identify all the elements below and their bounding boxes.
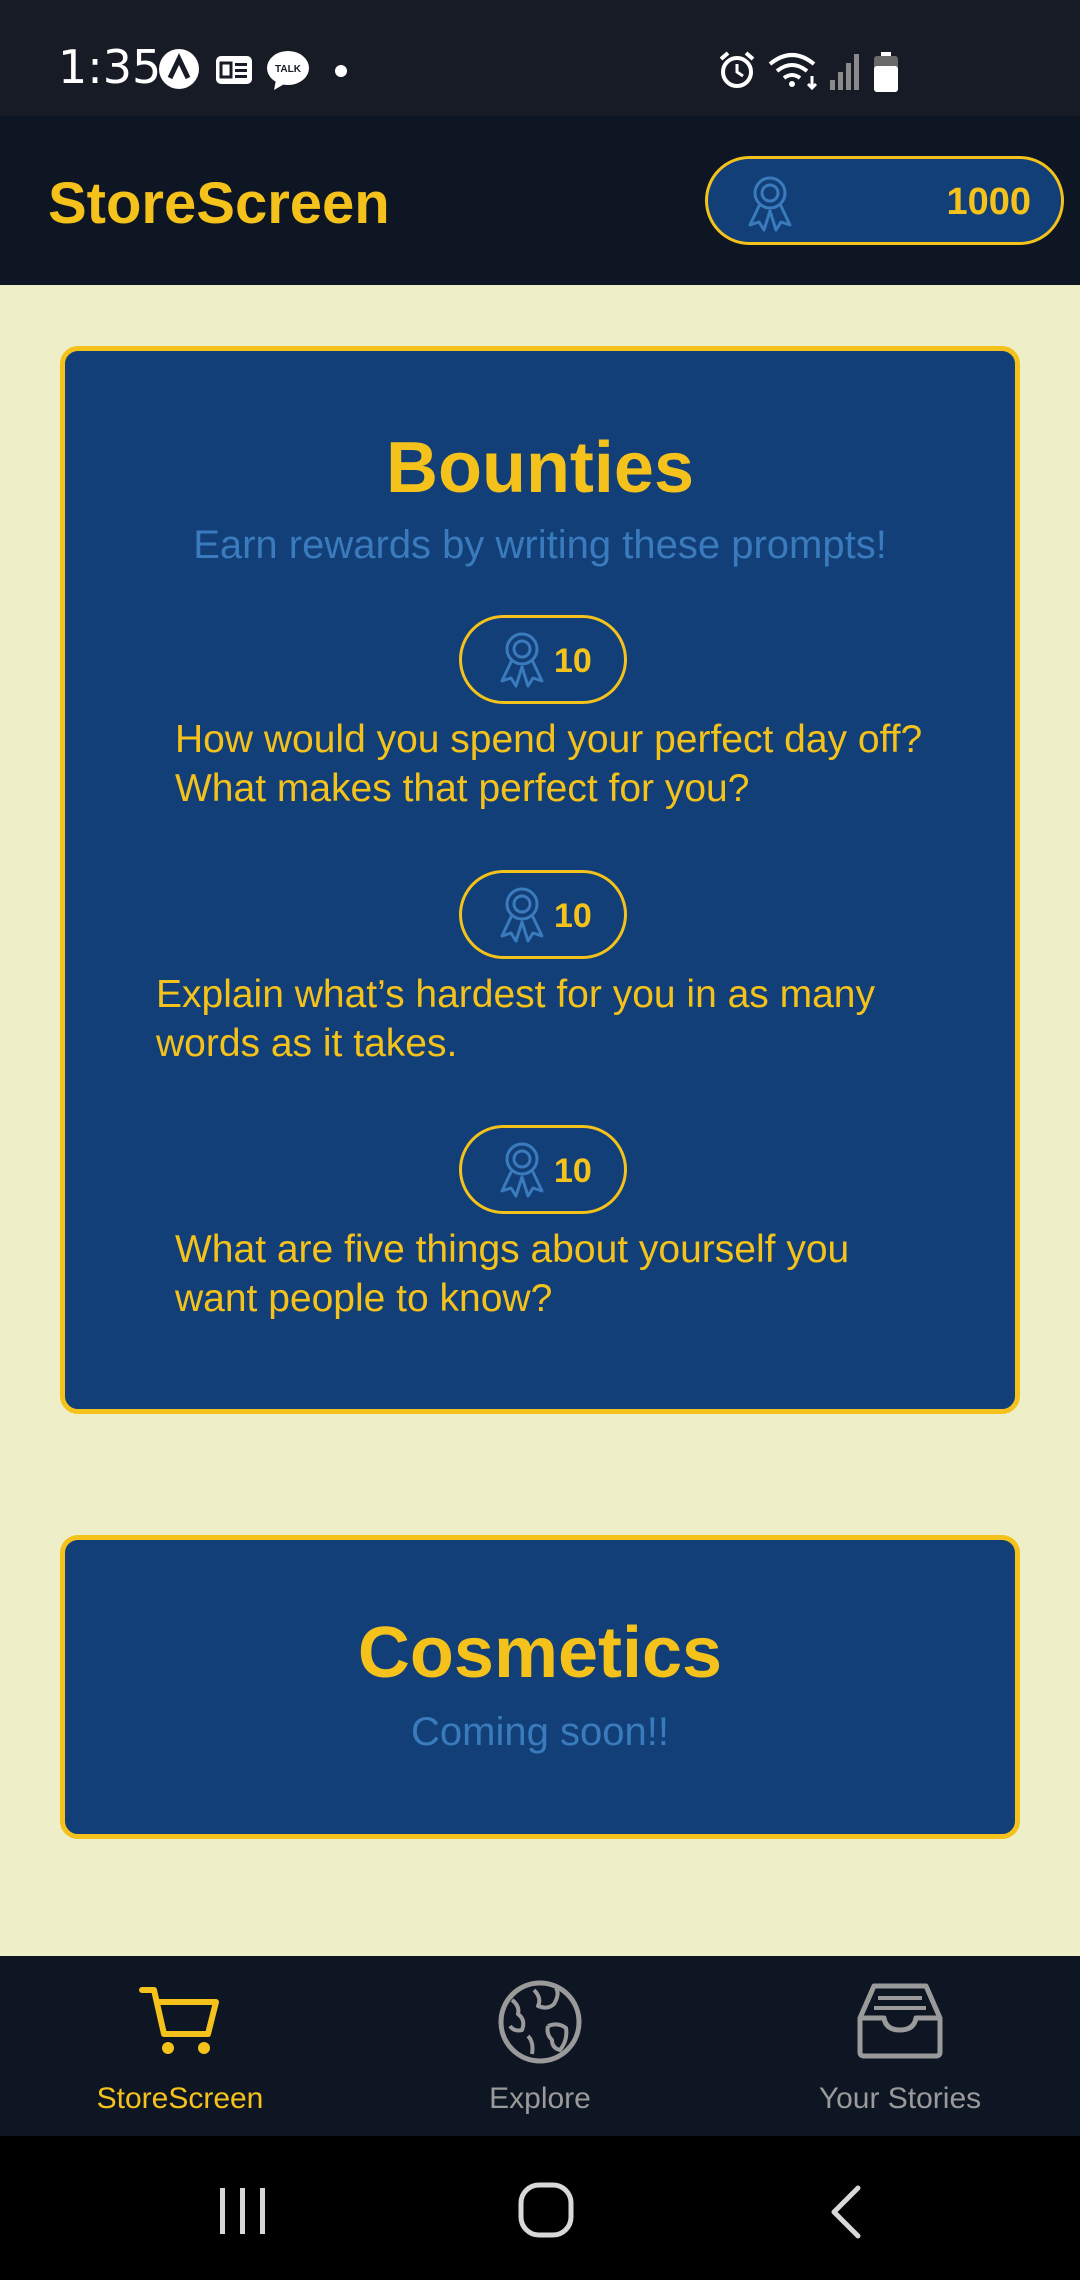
bounty-prompt[interactable]: What are five things about yourself you … [175,1225,935,1323]
nav-item-storescreen[interactable]: StoreScreen [0,1956,360,2136]
reward-badge: 10 [459,870,627,959]
nav-label: Your Stories [818,2082,982,2115]
wifi-icon [768,53,818,90]
bounty-prompt[interactable]: Explain what’s hardest for you in as man… [156,970,956,1068]
dot-icon [335,65,347,77]
page-title: StoreScreen [48,171,390,236]
nav-item-your-stories[interactable]: Your Stories [720,1956,1080,2136]
cosmetics-title: Cosmetics [357,1613,723,1693]
talk-icon: TALK [267,51,309,90]
bottom-nav: StoreScreen Explore Your Stories [0,1956,1080,2136]
bounties-title: Bounties [385,428,694,508]
inbox-icon [857,1983,943,2059]
nav-item-explore[interactable]: Explore [360,1956,720,2136]
cart-icon [139,1987,219,2054]
back-icon[interactable] [826,2184,866,2240]
nav-label: Explore [489,2082,591,2115]
recents-icon[interactable] [216,2184,270,2238]
svg-text:TALK: TALK [275,64,302,75]
reward-value: 10 [554,1152,592,1190]
reward-value: 10 [554,642,592,680]
alarm-icon [719,51,755,88]
app-a-icon [159,49,199,89]
ge-icon [216,56,252,84]
award-icon [500,1142,544,1198]
bounty-prompt[interactable]: How would you spend your perfect day off… [175,715,935,813]
cosmetics-card: Cosmetics Coming soon!! [60,1535,1020,1839]
nav-label: StoreScreen [96,2082,264,2115]
status-time: 1:35 [58,40,162,94]
award-icon [748,176,792,232]
award-icon [500,632,544,688]
status-bar: 1:35 TALK [0,0,1080,116]
system-nav-bar [0,2136,1080,2280]
battery-icon [874,52,898,92]
award-icon [500,887,544,943]
app-header: StoreScreen 1000 [0,116,1080,285]
coin-balance-value: 1000 [946,181,1031,223]
reward-badge: 10 [459,615,627,704]
coin-balance-badge[interactable]: 1000 [705,156,1064,245]
signal-icon [830,54,859,90]
globe-icon [498,1980,582,2064]
cosmetics-subtitle: Coming soon!! [411,1710,669,1754]
bounties-card: Bounties Earn rewards by writing these p… [60,346,1020,1414]
bounties-subtitle: Earn rewards by writing these prompts! [193,523,887,567]
home-icon[interactable] [516,2180,576,2240]
reward-value: 10 [554,897,592,935]
reward-badge: 10 [459,1125,627,1214]
